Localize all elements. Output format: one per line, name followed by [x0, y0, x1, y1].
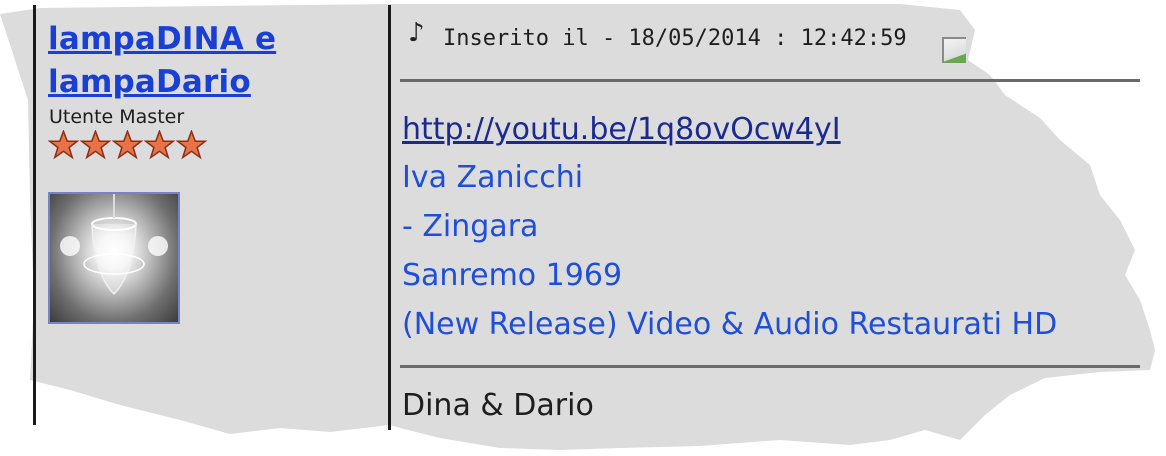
avatar[interactable]: [48, 192, 180, 324]
star-icon: [176, 130, 207, 160]
message-line: - Zingara: [402, 209, 539, 244]
column-divider: [388, 5, 391, 430]
star-icon: [112, 130, 143, 160]
post-icon[interactable]: [942, 37, 966, 63]
signature: Dina & Dario: [402, 388, 594, 423]
youtube-link[interactable]: http://youtu.be/1q8ovOcw4yI: [402, 112, 841, 147]
message-line: (New Release) Video & Audio Restaurati H…: [402, 307, 1058, 342]
username-line-2[interactable]: lampaDario: [48, 61, 276, 104]
star-icon: [144, 130, 175, 160]
music-note-icon: ♪: [408, 18, 425, 48]
signature-divider: [400, 365, 1140, 368]
author-username-link[interactable]: lampaDINA e lampaDario: [48, 18, 276, 104]
message-line: Iva Zanicchi: [402, 160, 584, 195]
posted-timestamp: Inserito il - 18/05/2014 : 12:42:59: [443, 26, 907, 51]
message-line: Sanremo 1969: [402, 258, 623, 293]
user-rank: Utente Master: [49, 106, 185, 128]
username-line-1[interactable]: lampaDINA e: [48, 18, 276, 61]
star-icon: [48, 130, 79, 160]
star-icon: [80, 130, 111, 160]
rank-stars: [48, 130, 207, 160]
header-divider: [400, 79, 1140, 82]
chandelier-image: [60, 194, 168, 296]
left-border: [33, 5, 36, 425]
